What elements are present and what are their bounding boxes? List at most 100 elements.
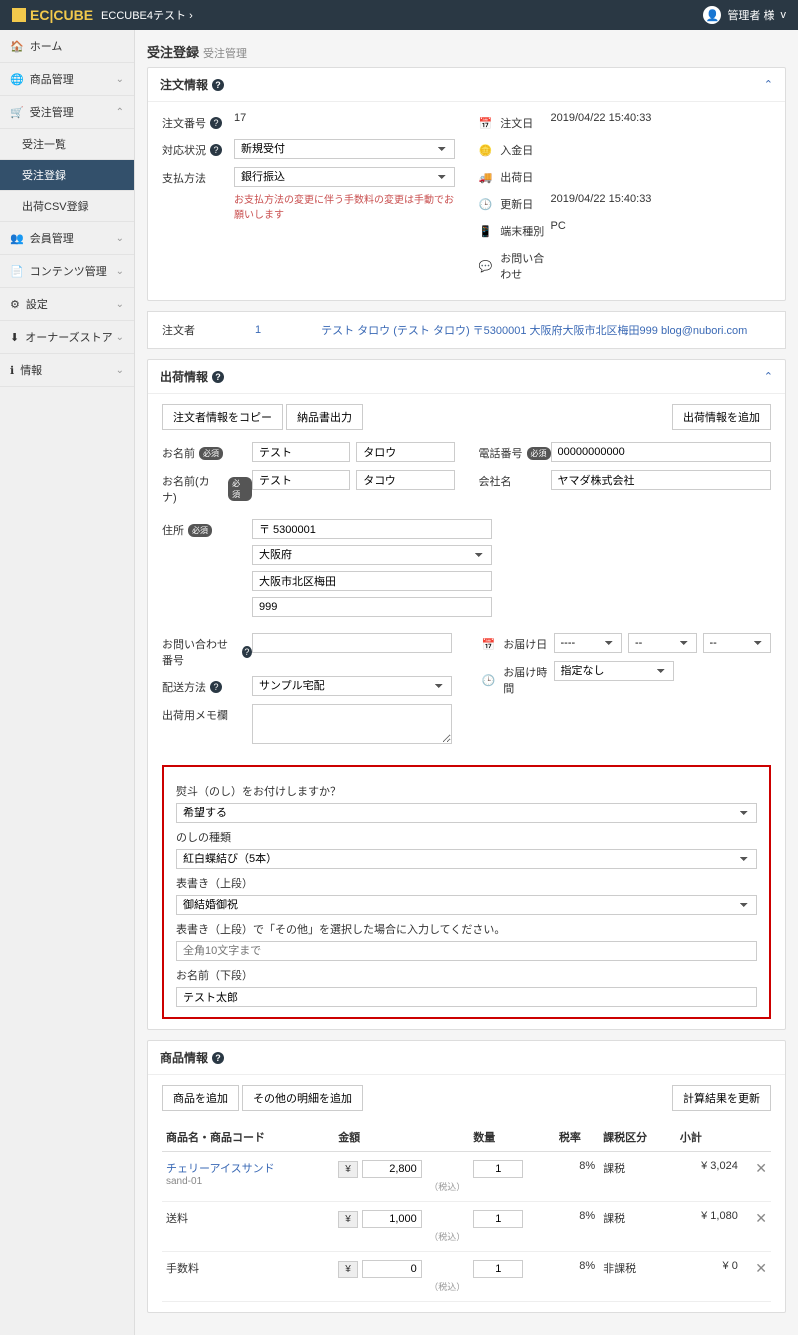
- nav-setting[interactable]: ⚙ 設定⌄: [0, 288, 134, 321]
- status-select[interactable]: 新規受付: [234, 139, 455, 159]
- company-input[interactable]: [551, 470, 772, 490]
- kana-mei-input[interactable]: [356, 470, 454, 490]
- yen-label: ¥: [338, 1261, 358, 1278]
- collapse-toggle[interactable]: ⌃: [764, 78, 773, 91]
- add-product-button[interactable]: 商品を追加: [162, 1085, 239, 1111]
- subtotal: ¥ 0: [676, 1252, 742, 1302]
- price-input[interactable]: [362, 1210, 422, 1228]
- deliv-time-select[interactable]: 指定なし: [554, 661, 674, 681]
- truck-icon: 🚚: [479, 171, 493, 184]
- tax-rate: 8%: [555, 1202, 599, 1252]
- noshi-want-select[interactable]: 希望する: [176, 803, 757, 823]
- price-input[interactable]: [362, 1160, 422, 1178]
- subtotal: ¥ 1,080: [676, 1202, 742, 1252]
- breadcrumb[interactable]: ECCUBE4テスト ›: [101, 7, 193, 23]
- nav-order[interactable]: 🛒 受注管理⌃: [0, 96, 134, 129]
- yen-icon: 🪙: [479, 144, 493, 157]
- clock-icon: 🕒: [482, 674, 496, 687]
- yen-label: ¥: [338, 1161, 358, 1178]
- chevron-down-icon: ⌄: [116, 74, 124, 85]
- panel-order-info: 注文情報? ⌃ 注文番号?17 対応状況?新規受付 支払方法銀行振込お支払方法の…: [147, 67, 786, 301]
- nav-content[interactable]: 📄 コンテンツ管理⌄: [0, 255, 134, 288]
- tax-rate: 8%: [555, 1252, 599, 1302]
- recalc-button[interactable]: 計算結果を更新: [672, 1085, 771, 1111]
- mei-input[interactable]: [356, 442, 454, 462]
- help-icon[interactable]: ?: [212, 79, 224, 91]
- nav-info[interactable]: ℹ 情報⌄: [0, 354, 134, 387]
- help-icon[interactable]: ?: [212, 1052, 224, 1064]
- purchaser-row: 注文者 1 テスト タロウ (テスト タロウ) 〒5300001 大阪府大阪市北…: [147, 311, 786, 349]
- purchaser-id-link[interactable]: 1: [255, 324, 261, 336]
- chevron-down-icon: ⌄: [116, 299, 124, 310]
- nav-order-list[interactable]: 受注一覧: [0, 129, 134, 160]
- delete-row-button[interactable]: ✕: [755, 1260, 767, 1276]
- nav-order-register[interactable]: 受注登録: [0, 160, 134, 191]
- delivery-slip-button[interactable]: 納品書出力: [286, 404, 363, 430]
- nav-home[interactable]: 🏠 ホーム: [0, 30, 134, 63]
- nav-product[interactable]: 🌐 商品管理⌄: [0, 63, 134, 96]
- addr1-input[interactable]: [252, 571, 492, 591]
- table-row: 送料¥（税込）8%課税¥ 1,080✕: [162, 1202, 771, 1252]
- avatar-icon: 👤: [703, 6, 721, 24]
- subtotal: ¥ 3,024: [676, 1152, 742, 1202]
- user-menu[interactable]: 👤 管理者 様 v: [703, 6, 786, 24]
- noshi-upper-select[interactable]: 御結婚御祝: [176, 895, 757, 915]
- add-other-item-button[interactable]: その他の明細を追加: [242, 1085, 363, 1111]
- nav-csv[interactable]: 出荷CSV登録: [0, 191, 134, 222]
- deliv-year-select[interactable]: ----: [554, 633, 623, 653]
- payment-select[interactable]: 銀行振込: [234, 167, 455, 187]
- tax-type: 課税: [599, 1202, 676, 1252]
- qty-input[interactable]: [473, 1210, 523, 1228]
- delete-row-button[interactable]: ✕: [755, 1210, 767, 1226]
- deliv-day-select[interactable]: --: [703, 633, 772, 653]
- qty-input[interactable]: [473, 1260, 523, 1278]
- ship-memo-textarea[interactable]: [252, 704, 452, 744]
- sei-input[interactable]: [252, 442, 350, 462]
- price-input[interactable]: [362, 1260, 422, 1278]
- order-date: 2019/04/22 15:40:33: [551, 112, 772, 124]
- noshi-question-label: 熨斗（のし）をお付けしますか？: [176, 783, 757, 799]
- cube-icon: [12, 8, 26, 22]
- zip-input[interactable]: [252, 519, 492, 539]
- noshi-upper-other-input[interactable]: [176, 941, 757, 961]
- help-icon[interactable]: ?: [210, 117, 222, 129]
- qty-input[interactable]: [473, 1160, 523, 1178]
- copy-orderer-button[interactable]: 注文者情報をコピー: [162, 404, 283, 430]
- deliv-month-select[interactable]: --: [628, 633, 697, 653]
- delete-row-button[interactable]: ✕: [755, 1160, 767, 1176]
- add-shipping-button[interactable]: 出荷情報を追加: [672, 404, 771, 430]
- page-title: 受注登録受注管理: [147, 42, 786, 61]
- chevron-down-icon: ⌄: [116, 266, 124, 277]
- help-icon[interactable]: ?: [212, 371, 224, 383]
- logo[interactable]: EC|CUBE: [12, 7, 93, 23]
- tax-type: 非課税: [599, 1252, 676, 1302]
- delivery-method-select[interactable]: サンプル宅配: [252, 676, 452, 696]
- product-name: 手数料: [166, 1263, 199, 1275]
- help-icon[interactable]: ?: [210, 144, 222, 156]
- yen-label: ¥: [338, 1211, 358, 1228]
- noshi-section: 熨斗（のし）をお付けしますか？ 希望する のしの種類 紅白蝶結び（5本） 表書き…: [162, 765, 771, 1019]
- collapse-toggle[interactable]: ⌃: [764, 370, 773, 383]
- tracking-input[interactable]: [252, 633, 452, 653]
- product-name[interactable]: チェリーアイスサンド: [166, 1163, 275, 1175]
- chevron-down-icon: ⌄: [116, 233, 124, 244]
- noshi-lower-input[interactable]: [176, 987, 757, 1007]
- noshi-kind-select[interactable]: 紅白蝶結び（5本）: [176, 849, 757, 869]
- noshi-upper-label: 表書き（上段）: [176, 875, 757, 891]
- help-icon[interactable]: ?: [242, 646, 252, 658]
- tel-input[interactable]: [551, 442, 772, 462]
- chat-icon: 💬: [479, 260, 493, 273]
- chevron-right-icon: ›: [189, 10, 193, 22]
- noshi-upper-other-label: 表書き（上段）で「その他」を選択した場合に入力してください。: [176, 921, 757, 937]
- calendar-icon: 📅: [479, 117, 493, 130]
- nav-owner[interactable]: ⬇ オーナーズストア⌄: [0, 321, 134, 354]
- nav-member[interactable]: 👥 会員管理⌄: [0, 222, 134, 255]
- chevron-down-icon: v: [781, 9, 787, 21]
- sidebar: 🏠 ホーム 🌐 商品管理⌄ 🛒 受注管理⌃ 受注一覧 受注登録 出荷CSV登録 …: [0, 30, 135, 1335]
- purchaser-detail-link[interactable]: テスト タロウ (テスト タロウ) 〒5300001 大阪府大阪市北区梅田999…: [321, 322, 747, 338]
- pref-select[interactable]: 大阪府: [252, 545, 492, 565]
- kana-sei-input[interactable]: [252, 470, 350, 490]
- help-icon[interactable]: ?: [210, 681, 222, 693]
- product-name: 送料: [166, 1213, 188, 1225]
- addr2-input[interactable]: [252, 597, 492, 617]
